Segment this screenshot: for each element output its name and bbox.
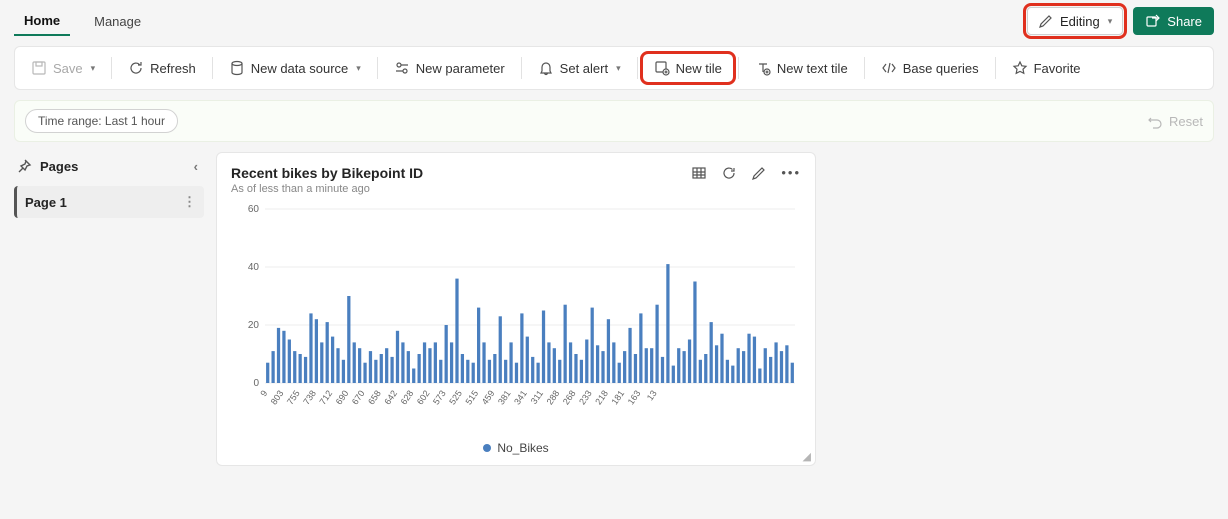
chevron-down-icon: ▾ [1108,16,1113,27]
svg-text:0: 0 [253,378,259,389]
new-parameter-button[interactable]: New parameter [384,55,515,81]
svg-text:712: 712 [317,388,334,406]
tab-strip: Home Manage Editing ▾ Share [0,0,1228,36]
tile-edit-icon[interactable] [751,165,767,184]
more-icon[interactable]: ⋮ [183,194,196,210]
set-alert-button[interactable]: Set alert ▾ [528,55,631,81]
svg-text:525: 525 [447,388,464,406]
pin-icon [16,158,32,174]
new-tile-label: New tile [676,61,722,76]
new-tile-button[interactable]: New tile [644,55,732,81]
svg-text:602: 602 [415,388,432,406]
share-icon [1145,13,1161,29]
svg-text:755: 755 [285,388,302,406]
svg-text:381: 381 [496,388,513,406]
time-range-bar: Time range: Last 1 hour Reset [14,100,1214,142]
main-area: Pages ‹ Page 1 ⋮ Recent bikes by Bikepoi… [14,152,1214,505]
tile-more-icon[interactable]: ••• [781,165,801,184]
share-button[interactable]: Share [1133,7,1214,35]
resize-handle[interactable]: ◢ [803,450,811,463]
chart-legend: No_Bikes [231,441,801,455]
svg-text:20: 20 [248,320,260,331]
share-label: Share [1167,14,1202,29]
star-icon [1012,60,1028,76]
svg-text:803: 803 [269,388,286,406]
svg-text:515: 515 [463,388,480,406]
tile-subtitle: As of less than a minute ago [231,183,423,195]
time-range-pill[interactable]: Time range: Last 1 hour [25,109,178,133]
new-data-source-button[interactable]: New data source ▾ [219,55,371,81]
pages-header-label: Pages [40,159,78,174]
base-queries-button[interactable]: Base queries [871,55,989,81]
tab-home[interactable]: Home [14,7,70,36]
pencil-icon [1038,13,1054,29]
svg-text:233: 233 [577,388,594,406]
base-queries-label: Base queries [903,61,979,76]
text-tile-icon [755,60,771,76]
command-toolbar: Save ▾ Refresh New data source ▾ New par… [14,46,1214,90]
tile-table-icon[interactable] [691,165,707,184]
save-button[interactable]: Save ▾ [21,55,105,81]
pages-sidebar: Pages ‹ Page 1 ⋮ [14,152,204,218]
svg-text:13: 13 [645,388,659,402]
parameter-icon [394,60,410,76]
svg-text:40: 40 [248,262,260,273]
svg-text:690: 690 [334,388,351,406]
sidebar-item-label: Page 1 [25,195,67,210]
reset-label: Reset [1169,114,1203,129]
svg-text:218: 218 [593,388,610,406]
database-icon [229,60,245,76]
favorite-button[interactable]: Favorite [1002,55,1091,81]
favorite-label: Favorite [1034,61,1081,76]
tab-manage[interactable]: Manage [84,8,151,35]
svg-text:573: 573 [431,388,448,406]
svg-text:163: 163 [626,388,643,406]
svg-text:459: 459 [480,388,497,406]
svg-text:341: 341 [512,388,529,406]
svg-text:670: 670 [350,388,367,406]
editing-label: Editing [1060,14,1100,29]
chevron-down-icon: ▾ [616,63,621,74]
tile-add-icon [654,60,670,76]
svg-text:738: 738 [301,388,318,406]
svg-text:60: 60 [248,204,260,215]
editing-dropdown[interactable]: Editing ▾ [1027,7,1123,35]
svg-text:9: 9 [258,388,269,398]
sidebar-item-page-1[interactable]: Page 1 ⋮ [14,186,204,218]
svg-text:658: 658 [366,388,383,406]
svg-text:268: 268 [561,388,578,406]
set-alert-label: Set alert [560,61,608,76]
svg-text:288: 288 [545,388,562,406]
legend-label: No_Bikes [497,441,548,455]
tile-refresh-icon[interactable] [721,165,737,184]
pages-header: Pages ‹ [14,152,204,180]
code-icon [881,60,897,76]
svg-text:311: 311 [529,388,545,405]
save-icon [31,60,47,76]
legend-swatch [483,444,491,452]
svg-text:642: 642 [382,388,399,406]
svg-text:181: 181 [609,388,626,406]
refresh-icon [128,60,144,76]
undo-icon [1147,113,1163,129]
new-param-label: New parameter [416,61,505,76]
new-text-tile-label: New text tile [777,61,848,76]
chart-tile: Recent bikes by Bikepoint ID As of less … [216,152,816,466]
new-text-tile-button[interactable]: New text tile [745,55,858,81]
tile-title: Recent bikes by Bikepoint ID [231,165,423,181]
svg-text:628: 628 [399,388,416,406]
bar-chart: 0 20 40 60 980375573871269067065864262860257… [231,203,801,433]
refresh-button[interactable]: Refresh [118,55,206,81]
save-label: Save [53,61,83,76]
chevron-down-icon: ▾ [91,63,96,74]
new-ds-label: New data source [251,61,349,76]
reset-button[interactable]: Reset [1147,113,1203,129]
bell-icon [538,60,554,76]
refresh-label: Refresh [150,61,196,76]
chevron-down-icon: ▾ [356,63,361,74]
collapse-sidebar-icon[interactable]: ‹ [194,159,198,174]
